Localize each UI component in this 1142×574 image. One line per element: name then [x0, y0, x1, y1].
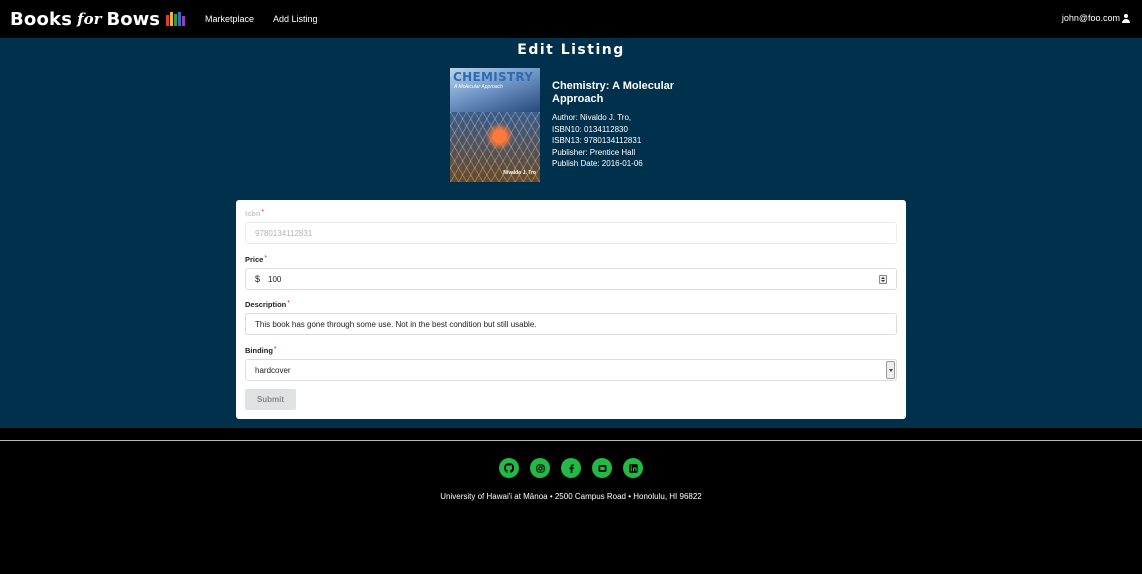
book-publisher: Publisher: Prentice Hall [552, 147, 636, 157]
required-mark: * [261, 209, 265, 216]
brand-text-bows: Bows [106, 8, 160, 30]
book-isbn10: ISBN10: 0134112830 [552, 124, 628, 134]
footer: University of Hawai'i at Mānoa • 2500 Ca… [0, 428, 1142, 574]
nav-marketplace[interactable]: Marketplace [205, 14, 254, 24]
description-input[interactable]: This book has gone through some use. Not… [245, 313, 897, 335]
dollar-prefix: $ [255, 274, 261, 284]
instagram-icon[interactable] [530, 458, 550, 478]
price-input[interactable]: $ 100 [245, 268, 897, 290]
isbn-label-text: Isbn [245, 209, 261, 218]
main-content: Edit Listing CHEMISTRY A Molecular Appro… [0, 38, 1142, 428]
price-label-text: Price [245, 255, 264, 264]
nav-links: Marketplace Add Listing [205, 14, 318, 24]
book-info: Chemistry: A Molecular Approach Author: … [552, 80, 702, 170]
book-publish-date: Publish Date: 2016-01-06 [552, 159, 643, 168]
isbn-label: Isbn* [245, 209, 264, 218]
cover-title: CHEMISTRY [453, 70, 534, 84]
chevron-down-icon[interactable] [886, 361, 895, 379]
nav-add-listing[interactable]: Add Listing [273, 14, 318, 24]
book-isbn13: ISBN13: 9780134112831 [552, 136, 642, 145]
devpost-icon[interactable] [592, 458, 612, 478]
description-value: This book has gone through some use. Not… [255, 319, 537, 329]
required-mark: * [264, 255, 268, 262]
isbn-field[interactable]: 9780134112831 [245, 222, 897, 244]
cover-author: Nivaldo J. Tro [503, 170, 536, 176]
submit-button[interactable]: Submit [245, 389, 296, 410]
user-email: john@foo.com [1061, 13, 1120, 23]
page-title: Edit Listing [517, 42, 625, 58]
description-label-text: Description [245, 300, 287, 309]
linkedin-icon[interactable] [623, 458, 643, 478]
footer-divider [0, 440, 1142, 441]
price-label: Price* [245, 255, 267, 264]
brand-logo[interactable]: Books for Bows [10, 9, 185, 30]
books-icon [165, 12, 185, 26]
edit-listing-form: Isbn* 9780134112831 Price* $ 100 Descrip… [236, 200, 906, 419]
footer-address: University of Hawai'i at Mānoa • 2500 Ca… [440, 492, 702, 501]
description-label: Description* [245, 300, 290, 309]
social-links [0, 458, 1142, 478]
facebook-icon[interactable] [561, 458, 581, 478]
book-title: Chemistry: A Molecular Approach [552, 80, 675, 105]
price-value: 100 [268, 274, 282, 284]
required-mark: * [287, 300, 290, 307]
navbar: Books for Bows Marketplace Add Listing j… [0, 0, 1142, 38]
brand-text-books: Books [10, 8, 73, 30]
github-icon[interactable] [499, 458, 519, 478]
user-icon [1122, 13, 1130, 23]
book-cover-image: CHEMISTRY A Molecular Approach Nivaldo J… [450, 68, 540, 182]
cover-subtitle: A Molecular Approach [454, 84, 503, 90]
required-mark: * [273, 346, 277, 353]
binding-label-text: Binding [245, 346, 273, 355]
binding-label: Binding* [245, 346, 277, 355]
book-author: Author: Nivaldo J. Tro, [552, 113, 632, 122]
binding-value: hardcover [255, 365, 291, 375]
user-menu[interactable]: john@foo.com [1062, 13, 1130, 23]
brand-text-for: for [77, 10, 102, 28]
binding-select[interactable]: hardcover [245, 359, 897, 381]
number-spinner[interactable] [879, 275, 887, 284]
isbn-value: 9780134112831 [255, 228, 313, 238]
